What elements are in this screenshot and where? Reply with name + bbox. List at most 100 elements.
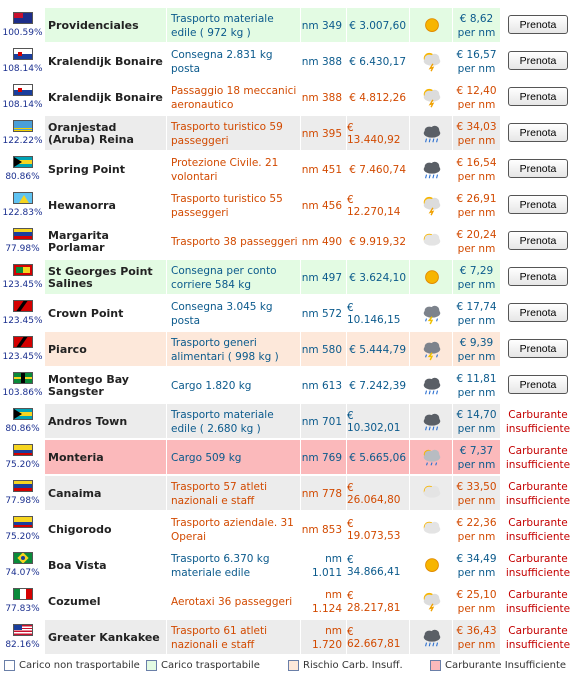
distance-cell: nm 388: [301, 80, 347, 115]
destination-name: Montego Bay Sangster: [48, 372, 129, 398]
payment-amount: € 62.667,81: [347, 625, 401, 650]
book-button[interactable]: Prenota: [508, 123, 568, 142]
rate-per-nm: € 22,36 per nm: [456, 516, 497, 543]
rate-per-nm: € 11,81 per nm: [456, 372, 497, 399]
mission-cell: Trasporto 38 passeggeri: [167, 224, 301, 259]
payment-amount: € 7.460,74: [349, 163, 406, 176]
mission-cell: Consegna per conto corriere 584 kg: [167, 260, 301, 295]
destination-cell: Canaima: [45, 476, 167, 511]
destination-cell: Oranjestad (Aruba) Reina: [45, 116, 167, 151]
book-button[interactable]: Prenota: [508, 159, 568, 178]
book-button[interactable]: Prenota: [508, 339, 568, 358]
weather-cell: [410, 224, 453, 259]
legend-item-non-transportable: Carico non trasportabile: [4, 660, 140, 671]
table-row: 108.14% Kralendijk Bonaire Passaggio 18 me…: [0, 80, 576, 115]
mission-cell: Trasporto generi alimentari ( 998 kg ): [167, 332, 301, 367]
weather-sun-icon: [425, 270, 439, 284]
weather-cell: [410, 152, 453, 187]
table-row: 108.14% Kralendijk Bonaire Consegna 2.831 …: [0, 44, 576, 79]
table-row: 82.16% Greater Kankakee Trasporto 61 atlet…: [0, 620, 576, 655]
book-button[interactable]: Prenota: [508, 303, 568, 322]
insufficient-fuel-label: Carburante insufficiente: [505, 588, 571, 615]
usa-flag-icon: [13, 624, 33, 636]
flag-cell: 80.86%: [0, 152, 45, 187]
table-row: 123.45% Crown Point Consegna 3.045 kg post…: [0, 296, 576, 331]
payment-amount: € 9.919,32: [349, 235, 406, 248]
table-row: 77.98% Canaima Trasporto 57 atleti naziona…: [0, 476, 576, 511]
payment-cell: € 5.665,06: [347, 440, 410, 475]
stlucia-flag-icon: [13, 192, 33, 204]
destination-name: Kralendijk Bonaire: [48, 90, 163, 104]
mission-description: Consegna per conto corriere 584 kg: [171, 264, 277, 291]
action-cell: Prenota: [501, 8, 576, 43]
flag-cell: 77.98%: [0, 476, 45, 511]
distance-cell: nm 1.124: [301, 584, 347, 619]
flag-cell: 75.20%: [0, 440, 45, 475]
table-row: 100.59% Providenciales Trasporto materiale…: [0, 8, 576, 43]
mission-description: Trasporto materiale edile ( 2.680 kg ): [171, 408, 274, 435]
mission-cell: Protezione Civile. 21 volontari: [167, 152, 301, 187]
weather-cell: [410, 512, 453, 547]
destination-cell: St Georges Point Salines: [45, 260, 167, 295]
distance-nm: nm 388: [301, 55, 342, 68]
rate-per-nm: € 14,70 per nm: [456, 408, 497, 435]
mexico-flag-icon: [13, 588, 33, 600]
weather-cell: [410, 116, 453, 151]
weather-cell: [410, 260, 453, 295]
destination-cell: Andros Town: [45, 404, 167, 439]
book-button[interactable]: Prenota: [508, 15, 568, 34]
destination-name: St Georges Point Salines: [48, 264, 153, 290]
load-percent: 123.45%: [2, 352, 43, 362]
distance-cell: nm 853: [301, 512, 347, 547]
payment-cell: € 4.812,26: [347, 80, 410, 115]
destination-cell: Spring Point: [45, 152, 167, 187]
book-button[interactable]: Prenota: [508, 267, 568, 286]
book-button[interactable]: Prenota: [508, 51, 568, 70]
book-button[interactable]: Prenota: [508, 375, 568, 394]
flag-cell: 123.45%: [0, 296, 45, 331]
payment-amount: € 4.812,26: [349, 91, 406, 104]
rate-cell: € 34,03 per nm: [453, 116, 501, 151]
bahamas-flag-icon: [13, 408, 33, 420]
table-row: 74.07% Boa Vista Trasporto 6.370 kg materi…: [0, 548, 576, 583]
book-button[interactable]: Prenota: [508, 231, 568, 250]
legend-swatch: [146, 660, 157, 671]
table-row: 122.83% Hewanorra Trasporto turistico 55 p…: [0, 188, 576, 223]
table-row: 80.86% Andros Town Trasporto materiale edi…: [0, 404, 576, 439]
weather-storm-icon: [423, 52, 441, 72]
table-row: 75.20% Monteria Cargo 509 kg nm 769 € 5.665,…: [0, 440, 576, 475]
payment-cell: € 12.270,14: [347, 188, 410, 223]
action-cell: Prenota: [501, 116, 576, 151]
payment-amount: € 13.440,92: [347, 121, 401, 146]
load-percent: 80.86%: [5, 172, 40, 182]
rate-cell: € 14,70 per nm: [453, 404, 501, 439]
payment-amount: € 6.430,17: [349, 55, 406, 68]
book-button[interactable]: Prenota: [508, 87, 568, 106]
book-button[interactable]: Prenota: [508, 195, 568, 214]
distance-nm: nm 853: [301, 523, 342, 536]
payment-cell: € 13.440,92: [347, 116, 410, 151]
australia-flag-icon: [13, 12, 33, 24]
payment-cell: € 6.430,17: [347, 44, 410, 79]
insufficient-fuel-label: Carburante insufficiente: [505, 624, 571, 651]
legend-label: Carico trasportabile: [161, 660, 260, 671]
mission-description: Trasporto aziendale. 31 Operai: [171, 516, 294, 543]
colombia-flag-icon: [13, 444, 33, 456]
destination-cell: Crown Point: [45, 296, 167, 331]
flag-cell: 122.22%: [0, 116, 45, 151]
flag-cell: 100.59%: [0, 8, 45, 43]
payment-cell: € 10.146,15: [347, 296, 410, 331]
table-row: 103.86% Montego Bay Sangster Cargo 1.820 k…: [0, 368, 576, 403]
venezuela-flag-icon: [13, 228, 33, 240]
payment-cell: € 26.064,80: [347, 476, 410, 511]
rate-per-nm: € 20,24 per nm: [456, 228, 497, 255]
action-cell: Prenota: [501, 152, 576, 187]
jamaica-flag-icon: [13, 372, 33, 384]
insufficient-fuel-label: Carburante insufficiente: [505, 552, 571, 579]
trinidad-flag-icon: [13, 300, 33, 312]
flag-cell: 75.20%: [0, 512, 45, 547]
weather-cell: [410, 296, 453, 331]
load-percent: 75.20%: [5, 460, 40, 470]
distance-nm: nm 497: [301, 271, 342, 284]
destination-name: Spring Point: [48, 162, 126, 176]
